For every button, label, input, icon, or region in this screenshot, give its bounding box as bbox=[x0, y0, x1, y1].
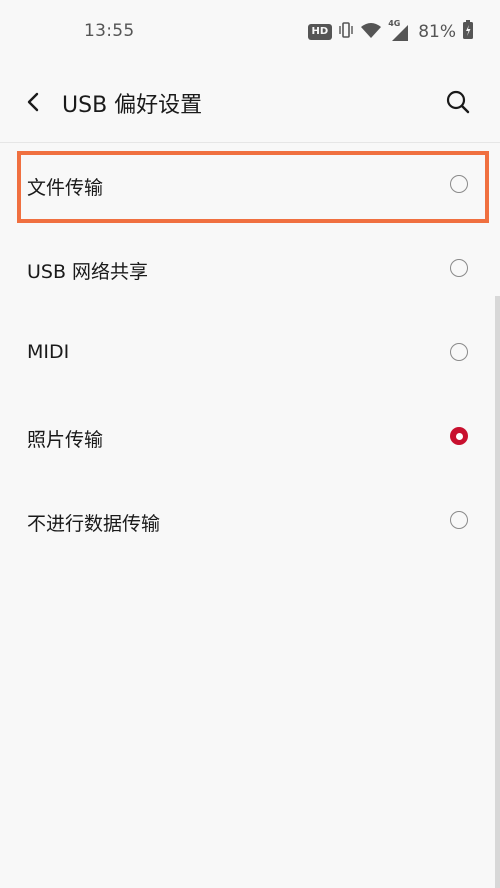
signal-icon: 4G bbox=[388, 19, 410, 42]
option-label: MIDI bbox=[27, 341, 70, 363]
search-button[interactable] bbox=[442, 86, 474, 118]
radio-button[interactable] bbox=[450, 175, 468, 193]
status-time: 13:55 bbox=[84, 21, 135, 41]
usb-option-list: 文件传输 USB 网络共享 MIDI 照片传输 不进行数据传输 bbox=[0, 143, 500, 563]
option-photo-transfer[interactable]: 照片传输 bbox=[0, 395, 500, 479]
hd-badge: HD bbox=[307, 24, 333, 40]
battery-charging-icon bbox=[462, 20, 474, 44]
page-title: USB 偏好设置 bbox=[62, 93, 203, 118]
option-no-data-transfer[interactable]: 不进行数据传输 bbox=[0, 479, 500, 563]
chevron-left-icon bbox=[27, 92, 39, 112]
option-usb-tethering[interactable]: USB 网络共享 bbox=[0, 227, 500, 311]
radio-button[interactable] bbox=[450, 259, 468, 277]
radio-button-selected[interactable] bbox=[450, 427, 468, 445]
scrollbar[interactable] bbox=[495, 296, 500, 888]
wifi-icon bbox=[360, 21, 382, 43]
radio-button[interactable] bbox=[450, 511, 468, 529]
option-midi[interactable]: MIDI bbox=[0, 311, 500, 395]
status-bar: 13:55 HD 4G 81% bbox=[0, 0, 500, 64]
search-icon bbox=[446, 90, 470, 114]
option-label: USB 网络共享 bbox=[27, 261, 149, 283]
screen: 13:55 HD 4G 81% USB 偏好设置 文件传输 USB 网络共享 M… bbox=[0, 0, 500, 888]
option-label: 文件传输 bbox=[27, 177, 104, 199]
vibrate-icon bbox=[338, 21, 354, 43]
option-label: 不进行数据传输 bbox=[27, 513, 161, 535]
back-button[interactable] bbox=[18, 86, 50, 118]
radio-button[interactable] bbox=[450, 343, 468, 361]
option-file-transfer[interactable]: 文件传输 bbox=[0, 143, 500, 227]
status-icons: HD 4G 81% bbox=[307, 19, 474, 44]
option-label: 照片传输 bbox=[27, 429, 104, 451]
battery-percent: 81% bbox=[418, 22, 456, 42]
toolbar: USB 偏好设置 bbox=[0, 70, 500, 134]
